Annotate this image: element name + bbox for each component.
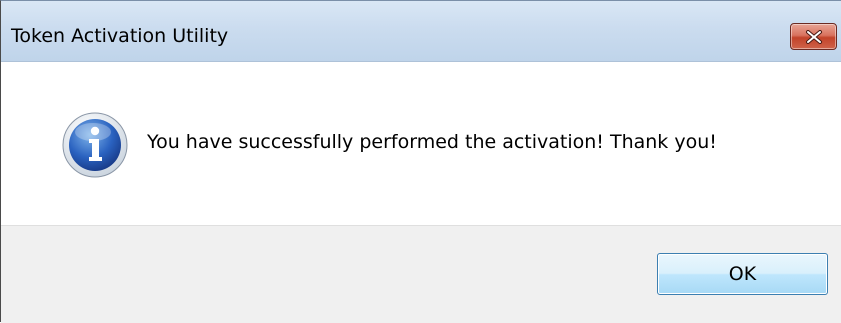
close-icon <box>806 30 822 44</box>
dialog-content: You have successfully performed the acti… <box>1 62 841 225</box>
dialog-footer: OK <box>1 225 841 323</box>
ok-button[interactable]: OK <box>657 253 828 295</box>
dialog-window: Token Activation Utility You have succes… <box>0 0 841 323</box>
close-button[interactable] <box>790 23 837 50</box>
info-icon <box>62 112 128 178</box>
title-bar[interactable]: Token Activation Utility <box>1 1 841 62</box>
dialog-message: You have successfully performed the acti… <box>147 131 717 153</box>
window-title: Token Activation Utility <box>11 25 229 47</box>
